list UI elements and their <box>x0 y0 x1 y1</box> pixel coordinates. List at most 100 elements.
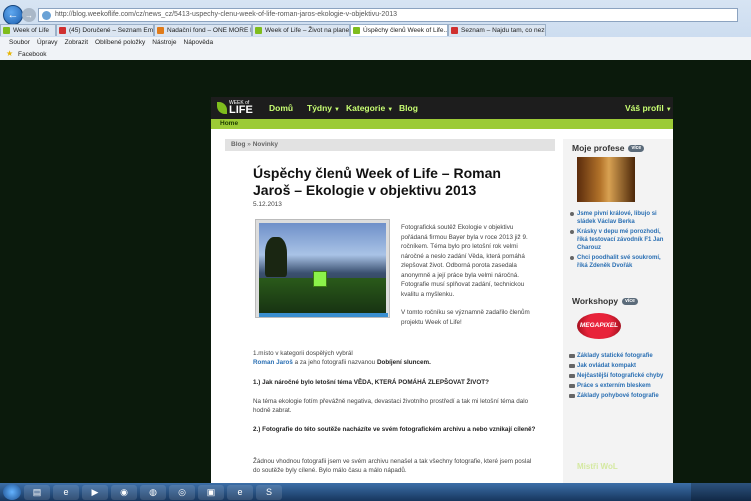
tab-label: Week of Life – Život na planetě... <box>265 27 350 34</box>
tab-strip: Week of Life (45) Doručené – Seznam Email… <box>0 24 751 36</box>
sidebar-link[interactable]: Jsme pivní králové, libujo si sládek Vác… <box>567 210 671 226</box>
answer-2: Žádnou vhodnou fotografii jsem ve svém a… <box>253 458 532 474</box>
nav-home[interactable]: Domů <box>269 97 293 119</box>
chevron-down-icon: ▼ <box>665 107 672 113</box>
taskbar-player-icon[interactable]: ◉ <box>111 484 137 500</box>
workshop-heading: Workshopy více <box>572 296 638 306</box>
sub-navigation-bar: Home <box>211 119 673 129</box>
taskbar-explorer-icon[interactable]: ▤ <box>24 484 50 500</box>
nav-profile[interactable]: Váš profil ▼ <box>625 97 672 119</box>
chevron-down-icon: ▼ <box>387 107 394 113</box>
bullet-icon <box>569 374 575 378</box>
photo-image <box>259 223 386 314</box>
workshop-list: Základy statické fotografie Jak ovládat k… <box>567 352 671 402</box>
bullet-icon <box>570 230 574 234</box>
taskbar-chrome-icon[interactable]: ◎ <box>169 484 195 500</box>
author-link[interactable]: Roman Jaroš <box>253 359 293 366</box>
subnav-home[interactable]: Home <box>220 120 238 127</box>
favorite-link-facebook[interactable]: Facebook <box>18 51 47 58</box>
tab-label: Nadační fond – ONE MORE DA... <box>167 27 251 34</box>
profese-more-button[interactable]: více <box>628 145 645 153</box>
tab-label: (45) Doručené – Seznam Email <box>69 27 154 34</box>
main-content: Blog » Novinky Úspěchy členů Week of Lif… <box>225 139 555 483</box>
profese-list: Jsme pivní králové, libujo si sládek Vác… <box>567 210 671 272</box>
photo-name: Dobíjení sluncem. <box>376 359 431 366</box>
intro-paragraph: Fotografická soutěž Ekologie v objektivu… <box>401 224 528 298</box>
sidebar-link[interactable]: Jak ovládat kompakt <box>567 362 671 370</box>
article-title: Úspěchy členů Week of Life – Roman Jaroš… <box>253 165 501 198</box>
article-photo[interactable] <box>255 219 390 318</box>
sidebar-link[interactable]: Základy pohybové fotografie <box>567 392 671 400</box>
breadcrumb-news[interactable]: Novinky <box>253 141 278 148</box>
menu-item[interactable]: Soubor <box>9 37 30 48</box>
photo-line: a za jeho fotografii nazvanou <box>294 359 376 366</box>
forward-button[interactable]: → <box>22 8 36 22</box>
menu-item[interactable]: Úpravy <box>37 37 58 48</box>
menu-item[interactable]: Zobrazit <box>65 37 88 48</box>
browser-tab[interactable]: Seznam – Najdu tam, co nezná... <box>448 24 546 36</box>
browser-tab[interactable]: Úspěchy členů Week of Life... <box>350 24 448 36</box>
misti-wol-heading: Mistři WoL <box>577 462 618 471</box>
site-header: WEEK of LIFE Domů Týdny ▼ Kategorie ▼ Blog… <box>211 97 673 119</box>
sidebar-link[interactable]: Krásky v depu mé porozhodí, říká testova… <box>567 228 671 252</box>
chevron-down-icon: ▼ <box>334 107 340 113</box>
address-bar[interactable]: http://blog.weekoflife.com/cz/news_cz/54… <box>38 8 738 22</box>
browser-tab[interactable]: Week of Life <box>0 24 56 36</box>
nav-weeks[interactable]: Týdny ▼ <box>307 97 340 119</box>
sidebar-link-label: Základy statické fotografie <box>577 353 653 359</box>
web-page: WEEK of LIFE Domů Týdny ▼ Kategorie ▼ Blog… <box>211 97 673 483</box>
question-2: 2.) Fotografie do této soutěže nacházíte… <box>253 426 536 433</box>
taskbar-skype-icon[interactable]: S <box>256 484 282 500</box>
sidebar-link-label: Krásky v depu mé porozhodí, říká testova… <box>577 229 664 251</box>
sidebar-link-label: Práce s externím bleskem <box>577 383 651 389</box>
bullet-icon <box>569 394 575 398</box>
breadcrumb-blog[interactable]: Blog <box>231 141 245 148</box>
taskbar-media-icon[interactable]: ▶ <box>82 484 108 500</box>
sidebar-link[interactable]: Nejčastější fotografické chyby <box>567 372 671 380</box>
sidebar-link-label: Chci poodhalit své soukromí, říká Zdeněk… <box>577 255 661 269</box>
taskbar-photo-icon[interactable]: ▣ <box>198 484 224 500</box>
profese-heading: Moje profese více <box>572 143 645 153</box>
question-1: 1.) Jak náročné bylo letošní téma VĚDA, … <box>253 379 489 386</box>
bullet-icon <box>569 364 575 368</box>
intro-paragraph-2: V tomto ročníku se významně zadařilo čle… <box>401 309 530 326</box>
globe-icon <box>42 11 51 20</box>
start-button[interactable] <box>3 484 21 500</box>
nav-categories[interactable]: Kategorie ▼ <box>346 97 393 119</box>
sidebar-link[interactable]: Základy statické fotografie <box>567 352 671 360</box>
tab-favicon-icon <box>255 27 262 34</box>
browser-tab[interactable]: Nadační fond – ONE MORE DA... <box>154 24 252 36</box>
bullet-icon <box>570 256 574 260</box>
menu-item[interactable]: Oblíbené položky <box>95 37 145 48</box>
sidebar-link[interactable]: Práce s externím bleskem <box>567 382 671 390</box>
taskbar: ▤ e ▶ ◉ ◍ ◎ ▣ e S <box>0 483 751 501</box>
tab-favicon-icon <box>3 27 10 34</box>
photo-tree <box>265 237 287 277</box>
sidebar-link-label: Jsme pivní králové, libujo si sládek Vác… <box>577 211 657 225</box>
article-date: 5.12.2013 <box>253 201 282 208</box>
taskbar-ie-icon[interactable]: e <box>53 484 79 500</box>
back-button[interactable]: ← <box>3 5 23 25</box>
taskbar-firefox-icon[interactable]: ◍ <box>140 484 166 500</box>
favorites-bar: ★ Facebook <box>0 48 751 60</box>
site-logo[interactable]: WEEK of LIFE <box>217 100 259 117</box>
photo-caption-strip <box>259 313 388 317</box>
menu-item[interactable]: Nástroje <box>152 37 176 48</box>
workshop-more-button[interactable]: více <box>622 298 638 306</box>
browser-tab[interactable]: Week of Life – Život na planetě... <box>252 24 350 36</box>
bullet-icon <box>570 212 574 216</box>
taskbar-explorer2-icon[interactable]: e <box>227 484 253 500</box>
menu-item[interactable]: Nápověda <box>184 37 214 48</box>
favorites-star-icon[interactable]: ★ <box>6 49 13 58</box>
tab-label: Week of Life <box>13 27 50 34</box>
megapixel-logo[interactable]: MEGAPIXEL <box>577 313 621 339</box>
nav-blog[interactable]: Blog <box>399 97 418 119</box>
tab-label: Úspěchy členů Week of Life... <box>363 27 448 34</box>
url-text: http://blog.weekoflife.com/cz/news_cz/54… <box>55 11 397 18</box>
tab-favicon-icon <box>157 27 164 34</box>
sidebar-link[interactable]: Chci poodhalit své soukromí, říká Zdeněk… <box>567 254 671 270</box>
bullet-icon <box>569 384 575 388</box>
browser-tab[interactable]: (45) Doručené – Seznam Email <box>56 24 154 36</box>
sidebar: Moje profese více Jsme pivní králové, lib… <box>563 139 673 483</box>
profese-photo[interactable] <box>577 157 635 202</box>
